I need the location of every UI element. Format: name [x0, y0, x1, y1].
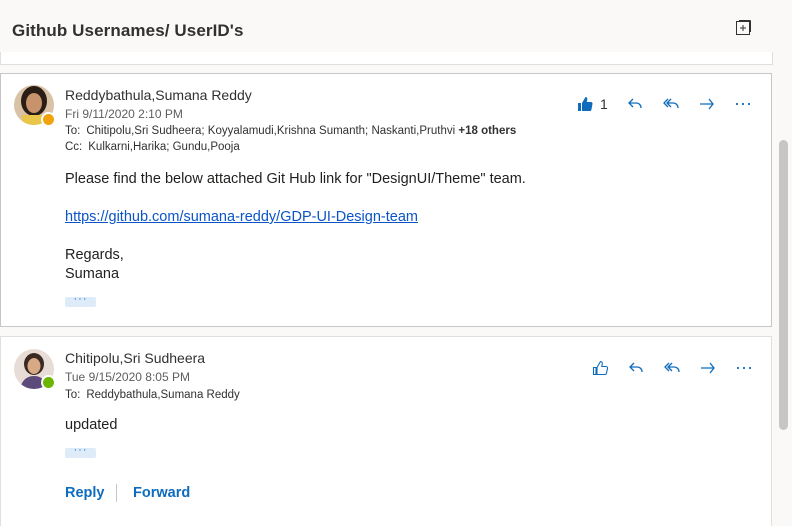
closing-text: Regards,	[65, 247, 124, 263]
footer-divider	[116, 484, 117, 502]
reply-icon[interactable]	[624, 94, 646, 114]
to-line: To: Chitipolu,Sri Sudheera; Koyyalamudi,K…	[65, 125, 516, 137]
presence-away-icon	[41, 112, 56, 127]
reply-icon[interactable]	[625, 358, 647, 378]
like-icon[interactable]	[589, 358, 611, 378]
show-quoted-text-button[interactable]: ···	[65, 294, 96, 307]
to-line: To: Reddybathula,Sumana Reddy	[65, 389, 240, 401]
message-body-line: Please find the below attached Git Hub l…	[65, 171, 526, 187]
more-icon[interactable]	[732, 94, 754, 114]
forward-button[interactable]: Forward	[133, 485, 190, 501]
forward-icon[interactable]	[696, 94, 718, 114]
message-actions: 1	[574, 94, 754, 114]
reply-all-icon[interactable]	[660, 94, 682, 114]
to-label: To:	[65, 389, 81, 401]
message-card[interactable]: Reddybathula,Sumana Reddy Fri 9/11/2020 …	[0, 73, 772, 327]
reply-all-icon[interactable]	[661, 358, 683, 378]
to-recipients[interactable]: Reddybathula,Sumana Reddy	[86, 389, 239, 401]
show-quoted-text-button[interactable]: ···	[65, 445, 96, 458]
cc-recipients[interactable]: Kulkarni,Harika; Gundu,Pooja	[88, 141, 240, 153]
scrollbar[interactable]	[775, 0, 792, 518]
reply-button[interactable]: Reply	[65, 485, 105, 501]
sender-name[interactable]: Reddybathula,Sumana Reddy	[65, 87, 252, 103]
conversation-title: Github Usernames/ UserID's	[12, 21, 244, 40]
cc-line: Cc: Kulkarni,Harika; Gundu,Pooja	[65, 141, 240, 153]
message-date: Fri 9/11/2020 2:10 PM	[65, 107, 183, 121]
to-recipients[interactable]: Chitipolu,Sri Sudheera; Koyyalamudi,Kris…	[86, 125, 455, 137]
to-label: To:	[65, 125, 81, 137]
signature-text: Sumana	[65, 266, 120, 282]
like-icon[interactable]	[574, 94, 596, 114]
github-link[interactable]: https://github.com/sumana-reddy/GDP-UI-D…	[65, 208, 418, 227]
more-icon[interactable]	[733, 358, 755, 378]
cc-label: Cc:	[65, 141, 83, 153]
reading-pane-header: Github Usernames/ UserID's	[0, 0, 772, 56]
message-body-line: updated	[65, 417, 118, 433]
scrollbar-thumb[interactable]	[779, 140, 788, 430]
message-date: Tue 9/15/2020 8:05 PM	[65, 370, 190, 384]
sender-name[interactable]: Chitipolu,Sri Sudheera	[65, 350, 205, 366]
message-actions	[589, 358, 755, 378]
previous-message-card	[0, 52, 773, 65]
github-link-text[interactable]: https://github.com/sumana-reddy/GDP-UI-D…	[65, 209, 418, 225]
like-count: 1	[600, 96, 608, 112]
presence-available-icon	[41, 375, 56, 390]
forward-icon[interactable]	[697, 358, 719, 378]
popout-icon[interactable]	[735, 20, 751, 36]
more-recipients-link[interactable]: +18 others	[458, 125, 516, 137]
